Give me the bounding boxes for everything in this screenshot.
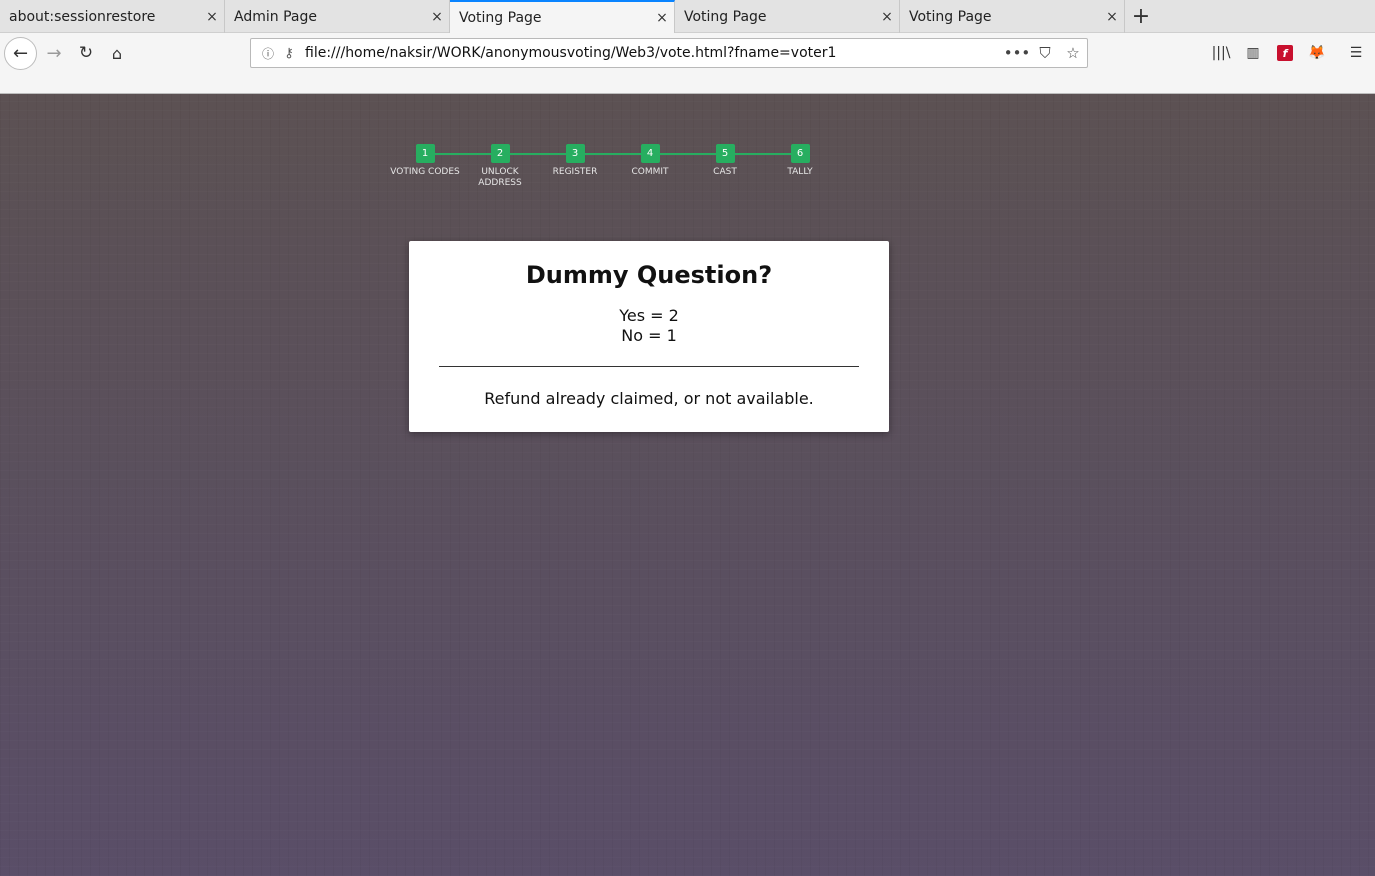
step-label: COMMIT <box>631 167 669 177</box>
sidebar-icon[interactable]: ▥ <box>1242 42 1264 64</box>
key-icon[interactable]: ⚷ <box>279 46 299 61</box>
forward-button[interactable]: → <box>42 41 66 65</box>
metamask-icon[interactable]: 🦊 <box>1306 42 1328 64</box>
flash-icon[interactable]: f <box>1277 45 1293 61</box>
result-card: Dummy Question? Yes = 2 No = 1 Refund al… <box>409 241 889 432</box>
step-commit[interactable]: 4 COMMIT <box>610 144 690 178</box>
back-button[interactable]: ← <box>4 37 37 70</box>
info-icon[interactable]: ⓘ <box>257 45 279 62</box>
step-label: CAST <box>713 167 737 177</box>
progress-stepper: 1 VOTING CODES 2 UNLOCK ADDRESS 3 REGIST… <box>385 144 825 204</box>
tab-title: about:sessionrestore <box>9 8 156 25</box>
step-unlock-address[interactable]: 2 UNLOCK ADDRESS <box>460 144 540 189</box>
tally-results: Yes = 2 No = 1 <box>409 306 889 346</box>
tab-title: Voting Page <box>909 8 992 25</box>
close-icon[interactable]: × <box>650 10 674 26</box>
tab-title: Admin Page <box>234 8 317 25</box>
close-icon[interactable]: × <box>425 9 449 25</box>
toolbar-spacer <box>0 73 1375 94</box>
step-label: TALLY <box>787 167 813 177</box>
more-actions-icon[interactable]: ••• <box>1003 44 1031 62</box>
url-bar[interactable]: ⓘ ⚷ file:///home/naksir/WORK/anonymousvo… <box>250 38 1088 68</box>
step-number: 3 <box>565 144 585 163</box>
step-number: 4 <box>640 144 660 163</box>
tab-title: Voting Page <box>459 10 542 26</box>
tab-admin-page[interactable]: Admin Page × <box>225 0 450 33</box>
step-register[interactable]: 3 REGISTER <box>535 144 615 178</box>
step-number: 6 <box>790 144 810 163</box>
step-tally[interactable]: 6 TALLY <box>760 144 840 178</box>
library-icon[interactable]: |||\ <box>1210 42 1232 64</box>
page-content: 1 VOTING CODES 2 UNLOCK ADDRESS 3 REGIST… <box>0 94 1375 876</box>
step-number: 2 <box>490 144 510 163</box>
step-number: 1 <box>415 144 435 163</box>
step-label: UNLOCK ADDRESS <box>478 167 522 188</box>
step-label: REGISTER <box>552 167 598 177</box>
close-icon[interactable]: × <box>1100 9 1124 25</box>
step-label: VOTING CODES <box>390 167 460 177</box>
close-icon[interactable]: × <box>200 9 224 25</box>
result-no: No = 1 <box>621 326 677 345</box>
bookmark-star-icon[interactable]: ☆ <box>1059 44 1087 62</box>
step-voting-codes[interactable]: 1 VOTING CODES <box>385 144 465 178</box>
tab-voting-page[interactable]: Voting Page × <box>675 0 900 33</box>
step-number: 5 <box>715 144 735 163</box>
close-icon[interactable]: × <box>875 9 899 25</box>
pocket-icon[interactable]: ⛉ <box>1031 44 1059 62</box>
refund-message: Refund already claimed, or not available… <box>484 389 814 408</box>
tab-session-restore[interactable]: about:sessionrestore × <box>0 0 225 33</box>
tab-strip: about:sessionrestore × Admin Page × Voti… <box>0 0 1375 34</box>
tab-voting-page[interactable]: Voting Page × <box>900 0 1125 33</box>
result-yes: Yes = 2 <box>619 306 679 325</box>
tab-title: Voting Page <box>684 8 767 25</box>
step-cast[interactable]: 5 CAST <box>685 144 765 178</box>
menu-icon[interactable]: ☰ <box>1345 42 1367 64</box>
url-input[interactable]: file:///home/naksir/WORK/anonymousvoting… <box>299 45 1003 61</box>
reload-button[interactable]: ↻ <box>74 41 98 65</box>
question-title: Dummy Question? <box>525 261 773 289</box>
tab-voting-page-active[interactable]: Voting Page × <box>450 0 675 34</box>
home-button[interactable]: ⌂ <box>105 41 129 65</box>
nav-bar: ← → ↻ ⌂ ⓘ ⚷ file:///home/naksir/WORK/ano… <box>0 33 1375 73</box>
new-tab-button[interactable]: + <box>1127 0 1155 33</box>
divider <box>439 366 859 367</box>
